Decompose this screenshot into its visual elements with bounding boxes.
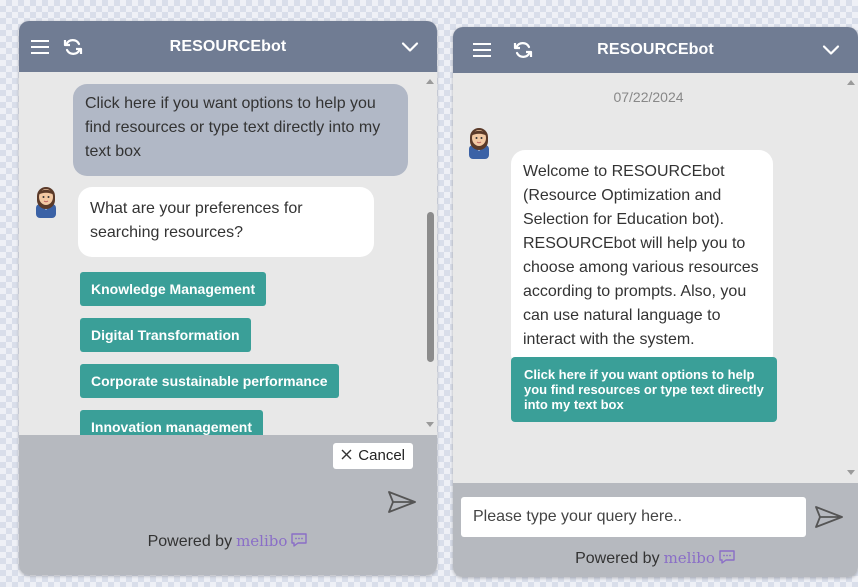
option-innovation-management[interactable]: Innovation management: [80, 410, 264, 435]
scroll-down-arrow-icon[interactable]: [426, 422, 434, 427]
powered-by: Powered by melibo: [453, 549, 858, 568]
chat-footer: Powered bymelibo: [453, 483, 858, 577]
message-scrollbar[interactable]: [423, 72, 437, 435]
option-knowledge-management[interactable]: Knowledge Management: [80, 272, 267, 306]
brand-name[interactable]: melibo: [236, 532, 287, 550]
close-icon: [341, 443, 352, 469]
speech-bubble-icon: [715, 550, 736, 567]
chat-title: RESOURCEbot: [597, 41, 714, 58]
chat-window-left: RESOURCEbot Click here if you want optio…: [19, 21, 437, 575]
chat-header: RESOURCEbot: [19, 21, 437, 72]
scroll-up-arrow-icon[interactable]: [426, 79, 434, 84]
cancel-label: Cancel: [358, 447, 405, 464]
bot-avatar-icon: [33, 184, 59, 218]
send-icon[interactable]: [814, 505, 844, 529]
query-input[interactable]: [461, 497, 806, 537]
powered-by: Powered by melibo: [19, 532, 437, 551]
chat-title: RESOURCEbot: [169, 37, 287, 55]
scroll-down-arrow-icon[interactable]: [847, 470, 855, 475]
user-message: Click here if you want options to help y…: [73, 84, 408, 176]
message-date: 07/22/2024: [613, 89, 684, 105]
scroll-thumb[interactable]: [427, 212, 434, 362]
brand-name[interactable]: melibo: [664, 549, 715, 567]
message-list[interactable]: Click here if you want options to help y…: [19, 72, 423, 435]
send-icon[interactable]: [387, 490, 417, 514]
powered-by-label: Powered by: [147, 533, 233, 550]
speech-bubble-icon: [287, 533, 308, 550]
cancel-button[interactable]: Cancel: [333, 443, 413, 469]
chevron-down-icon[interactable]: [401, 41, 419, 52]
option-digital-transformation[interactable]: Digital Transformation: [80, 318, 251, 352]
chat-header: RESOURCEbot: [453, 27, 858, 73]
chat-window-right: RESOURCEbot 07/22/2024 Welcome to RESOUR…: [453, 27, 858, 577]
bot-message: Welcome to RESOURCEbot (Resource Optimiz…: [511, 150, 773, 368]
message-scrollbar[interactable]: [844, 73, 858, 483]
message-list[interactable]: 07/22/2024 Welcome to RESOURCEbot (Resou…: [453, 73, 844, 493]
scroll-up-arrow-icon[interactable]: [847, 80, 855, 85]
chat-footer: Cancel Powered by melibo: [19, 435, 437, 575]
powered-by-label: Powered by: [575, 550, 660, 567]
bot-message: What are your preferences for searching …: [78, 187, 374, 257]
bot-avatar-icon: [466, 125, 492, 159]
option-corporate-sustainable-performance[interactable]: Corporate sustainable performance: [80, 364, 339, 398]
chevron-down-icon[interactable]: [822, 45, 840, 56]
options-help-button[interactable]: Click here if you want options to help y…: [511, 357, 777, 422]
